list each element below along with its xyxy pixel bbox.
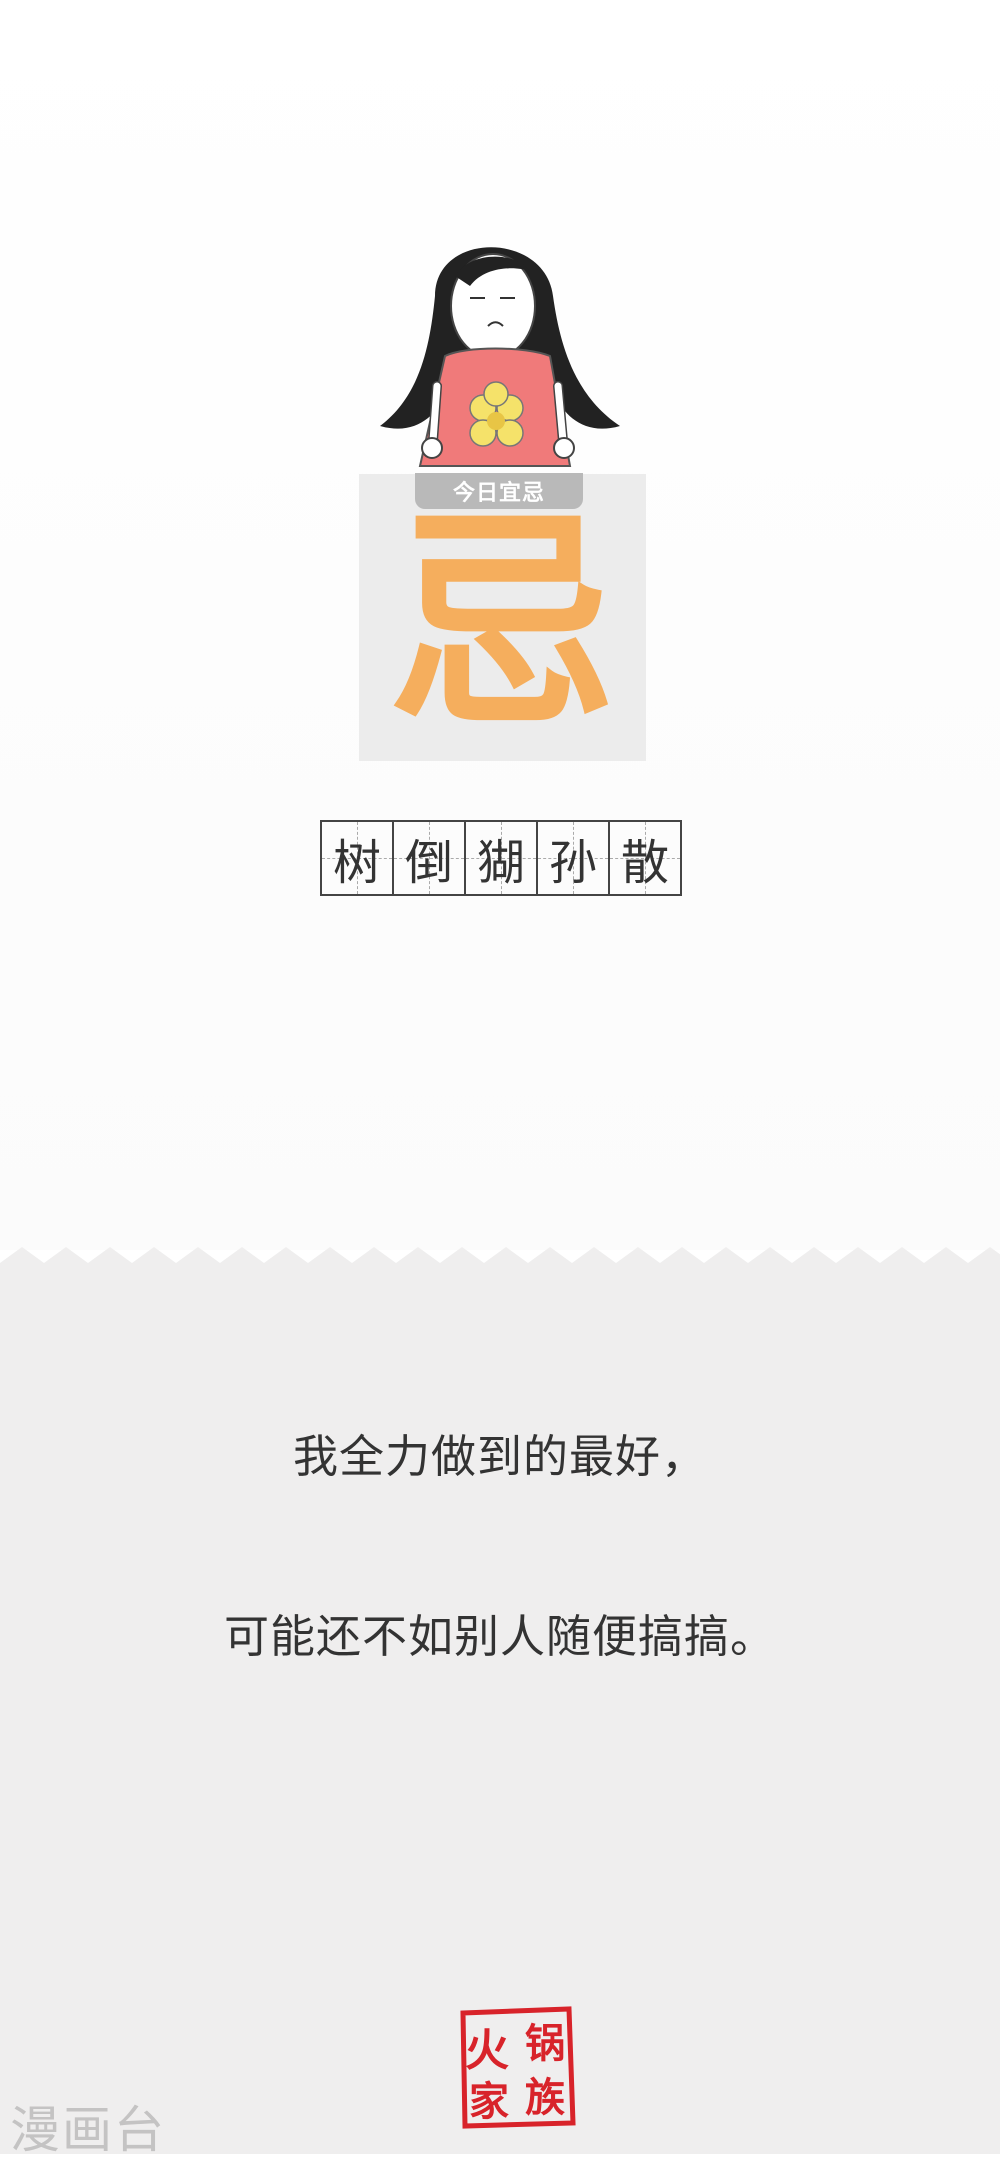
grid-cell: 倒 [394, 822, 466, 894]
grid-cell: 猢 [466, 822, 538, 894]
text-line-2: 可能还不如别人随便搞搞。 [223, 1610, 776, 1663]
seal-char: 家 [469, 2078, 509, 2125]
card-main-char: 忌 [387, 491, 618, 758]
grid-cell: 树 [322, 822, 394, 894]
watermark: 漫画台 [10, 2101, 166, 2159]
seal-char: 锅 [525, 2020, 565, 2067]
seal-char: 族 [525, 2074, 565, 2121]
grid-cell: 散 [610, 822, 682, 894]
idiom-grid: 树 倒 猢 孙 散 [320, 820, 682, 896]
brand-seal: 火 锅 家 族 [460, 2006, 576, 2129]
seal-char: 火 [465, 2025, 509, 2076]
grid-cell: 孙 [538, 822, 610, 894]
text-line-1: 我全力做到的最好， [292, 1430, 707, 1483]
girl-illustration [380, 247, 620, 467]
